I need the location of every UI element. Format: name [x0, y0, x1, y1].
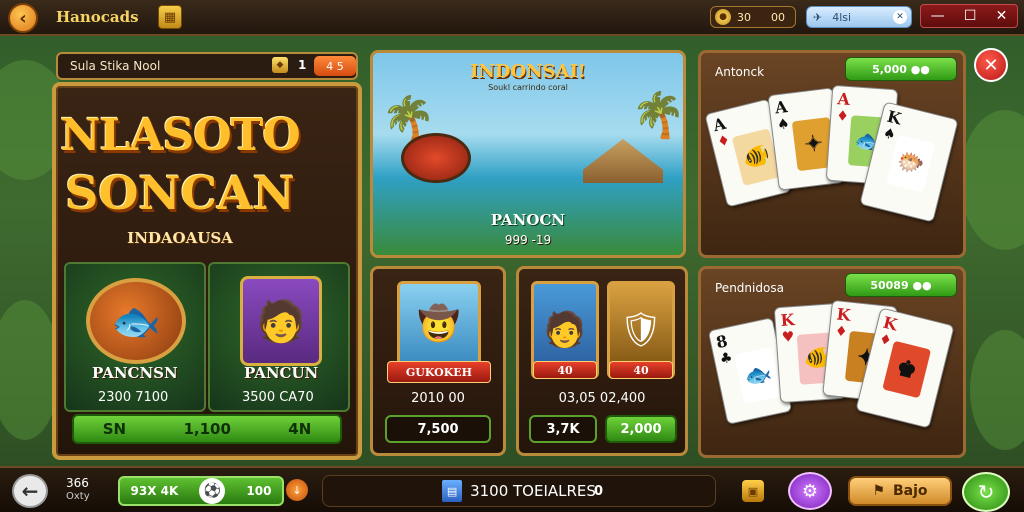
refresh-icon: ↻: [977, 480, 995, 504]
header-label: Sula Stika Nool: [70, 59, 161, 73]
app-title: Hanocads: [56, 8, 139, 26]
panel-1-title: Antonck: [715, 65, 765, 79]
coins-extra: 00: [771, 10, 785, 24]
chest-icon[interactable]: ▣: [742, 480, 764, 502]
stat-label: Oxty: [66, 491, 90, 502]
close-button[interactable]: ✕: [974, 48, 1008, 82]
book-icon: ▤: [442, 480, 463, 502]
hero-portrait-icon: 🧑: [240, 276, 322, 366]
bottom-center-count: 0: [594, 484, 604, 499]
character-card-2[interactable]: 🧑 🛡 40 40 03,05 02,400 3,7K 2,000: [516, 266, 688, 456]
scene-name: PANOCN: [490, 211, 566, 229]
plane-counter[interactable]: ✈ 4lsi ✕: [806, 6, 912, 28]
close-icon[interactable]: ✕: [893, 10, 907, 24]
arrow-left-icon: ←: [21, 479, 39, 503]
ball-icon: ⚽: [199, 478, 226, 504]
coins-counter[interactable]: ● 30 00: [710, 6, 796, 28]
bottom-bar: ← 366 Oxty 93X 4K ⚽ 100 ↓ ▤ 3100 TOEIALR…: [0, 466, 1024, 512]
window-close-button[interactable]: ✕: [996, 8, 1008, 24]
bar-item-3: 4N: [288, 420, 312, 438]
settings-button[interactable]: ⚙: [788, 472, 832, 510]
card-2-ribbon-1: 40: [533, 361, 597, 379]
character-1-value: 2300 7100: [98, 390, 169, 405]
bottom-back-button[interactable]: ←: [12, 474, 48, 508]
grid-icon: ▦: [163, 9, 177, 25]
card-1-price-button[interactable]: 7,500: [385, 415, 491, 443]
bajo-button[interactable]: ⚑ Bajo: [848, 476, 952, 506]
game-logo-line2: SONCAN: [65, 166, 295, 220]
adventurer-portrait-icon: 🤠: [397, 281, 481, 367]
header-badge[interactable]: 4 5: [314, 56, 356, 76]
card-2-value: 03,05 02,400: [558, 391, 646, 406]
character-1-name: PANCNSN: [92, 364, 178, 382]
card-1-ribbon: GUKOKEH: [387, 361, 491, 383]
back-button[interactable]: ‹: [8, 3, 38, 33]
menu-grid-button[interactable]: ▦: [158, 5, 182, 29]
bottom-stats: 366 Oxty: [66, 476, 90, 504]
minimize-button[interactable]: —: [931, 8, 945, 24]
window-controls: — ☐ ✕: [920, 4, 1018, 28]
panel-2-title: Pendnidosa: [715, 281, 784, 295]
card-2-ribbon-2: 40: [609, 361, 673, 379]
card-2-price-button-2[interactable]: 2,000: [605, 415, 677, 443]
card-1-value: 2010 00: [411, 391, 465, 406]
panel-1-amount[interactable]: 5,000 ●●: [845, 57, 957, 81]
top-bar: ‹ Hanocads ▦ ● 30 00 ✈ 4lsi ✕ — ☐ ✕: [0, 0, 1024, 36]
coins-value: 30: [737, 10, 751, 24]
character-2-value: 3500 CA70: [242, 390, 314, 405]
plane-value: 4lsi: [832, 10, 852, 24]
palm-tree-icon: 🌴: [631, 90, 686, 141]
card-hand-panel-2[interactable]: Pendnidosa 50089 ●● 8 ♣ 🐟 K ♥ 🐠 K ♦ ✦ K ♦ ♚: [698, 266, 966, 458]
bottom-center-text: 3100 TOEIALRES: [470, 482, 596, 500]
balance-left: 93X 4K: [130, 484, 179, 498]
gem-icon: ◆: [272, 57, 288, 73]
stat-value: 366: [66, 476, 89, 490]
card-2-price-button-1[interactable]: 3,7K: [529, 415, 597, 443]
left-panel-header: Sula Stika Nool: [56, 52, 358, 80]
boost-icon[interactable]: ↓: [286, 479, 308, 501]
header-count: 1: [298, 58, 307, 72]
bar-item-1: SN: [102, 420, 127, 438]
flag-icon: ⚑: [872, 483, 885, 499]
card-hand-panel-1[interactable]: Antonck 5,000 ●● A ♦ 🐠 A ♠ ✦ A ♦ 🐟 K ♠ 🐡: [698, 50, 966, 258]
bottom-balance-pill[interactable]: 93X 4K ⚽ 100: [118, 476, 284, 506]
hut-icon: [583, 139, 663, 183]
maximize-button[interactable]: ☐: [964, 8, 977, 24]
scene-subtitle: Soukl carrindo coral: [488, 83, 568, 92]
fish-medal-icon: 🐟: [86, 278, 186, 364]
bajo-label: Bajo: [893, 483, 928, 499]
coin-icon: ●: [715, 9, 731, 25]
fish-art-icon: 🐟: [734, 347, 782, 404]
boat-icon: [401, 133, 471, 183]
character-card-1[interactable]: 🤠 GUKOKEH 2010 00 7,500: [370, 266, 506, 456]
balance-right: 100: [246, 484, 272, 498]
close-icon: ✕: [983, 54, 999, 76]
bar-item-2: 1,100: [183, 420, 231, 438]
scene-title: INDONSAI!: [470, 61, 586, 82]
chevron-left-icon: ‹: [19, 7, 27, 29]
character-2-name: PANCUN: [244, 364, 319, 382]
game-logo-line1: NLASOTO: [60, 110, 300, 161]
island-scene-card[interactable]: 🌴 🌴 INDONSAI! Soukl carrindo coral PANOC…: [370, 50, 686, 258]
paper-plane-icon: ✈: [813, 10, 823, 24]
left-action-bar[interactable]: SN 1,100 4N: [72, 414, 342, 444]
panel-2-amount[interactable]: 50089 ●●: [845, 273, 957, 297]
refresh-button[interactable]: ↻: [962, 472, 1010, 512]
gear-icon: ⚙: [801, 480, 819, 502]
scene-value: 999 -19: [504, 233, 552, 247]
game-logo-subtitle: INDAOAUSA: [127, 229, 233, 247]
bottom-info-bar[interactable]: ▤ 3100 TOEIALRES: [322, 475, 716, 507]
